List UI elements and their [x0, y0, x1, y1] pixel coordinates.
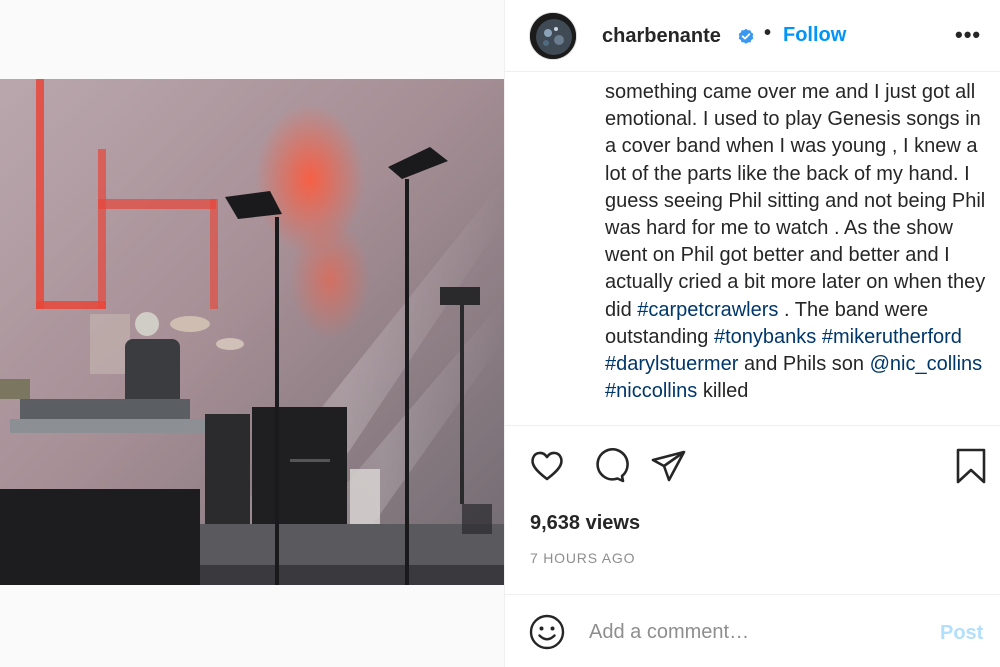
view-count[interactable]: 9,638 views	[530, 512, 640, 535]
hashtag-link[interactable]: #tonybanks	[714, 326, 816, 348]
post-comment-button[interactable]: Post	[940, 622, 983, 645]
bookmark-icon[interactable]	[951, 446, 991, 486]
smiley-icon[interactable]	[527, 612, 567, 652]
paper-plane-icon[interactable]	[649, 446, 689, 486]
concert-stage-image	[0, 79, 504, 585]
post-header: charbenante • Follow •••	[505, 0, 1000, 72]
hashtag-link[interactable]: #carpetcrawlers	[637, 299, 778, 321]
action-bar	[505, 440, 1000, 490]
username-link[interactable]: charbenante	[602, 25, 721, 48]
hashtag-link[interactable]: #darylstuermer	[605, 353, 738, 375]
comment-bar: Post	[505, 594, 1000, 667]
more-options-button[interactable]: •••	[955, 22, 981, 48]
caption-text: and Phils son	[738, 353, 870, 376]
caption-text: killed	[697, 380, 749, 403]
hashtag-link[interactable]: #niccollins	[605, 380, 697, 402]
caption-scroll-area[interactable]: something came over me and I just got al…	[505, 73, 1000, 426]
follow-button[interactable]: Follow	[783, 24, 846, 47]
profile-avatar[interactable]	[529, 12, 577, 60]
heart-icon[interactable]	[527, 446, 567, 486]
caption-text: something came over me and I just got al…	[605, 81, 986, 321]
media-panel	[0, 0, 504, 667]
mention-link[interactable]: @nic_collins	[870, 353, 983, 375]
comment-icon[interactable]	[589, 446, 629, 486]
comment-input[interactable]	[589, 617, 919, 647]
hashtag-link[interactable]: #mikerutherford	[822, 326, 962, 348]
post-photo[interactable]	[0, 79, 504, 585]
post-caption: something came over me and I just got al…	[605, 79, 993, 405]
header-separator: •	[764, 22, 772, 44]
post-side-panel: charbenante • Follow ••• something came …	[504, 0, 1000, 667]
verified-badge-icon	[737, 28, 755, 46]
post-timestamp[interactable]: 7 HOURS AGO	[530, 550, 635, 566]
avatar-image	[530, 13, 576, 59]
